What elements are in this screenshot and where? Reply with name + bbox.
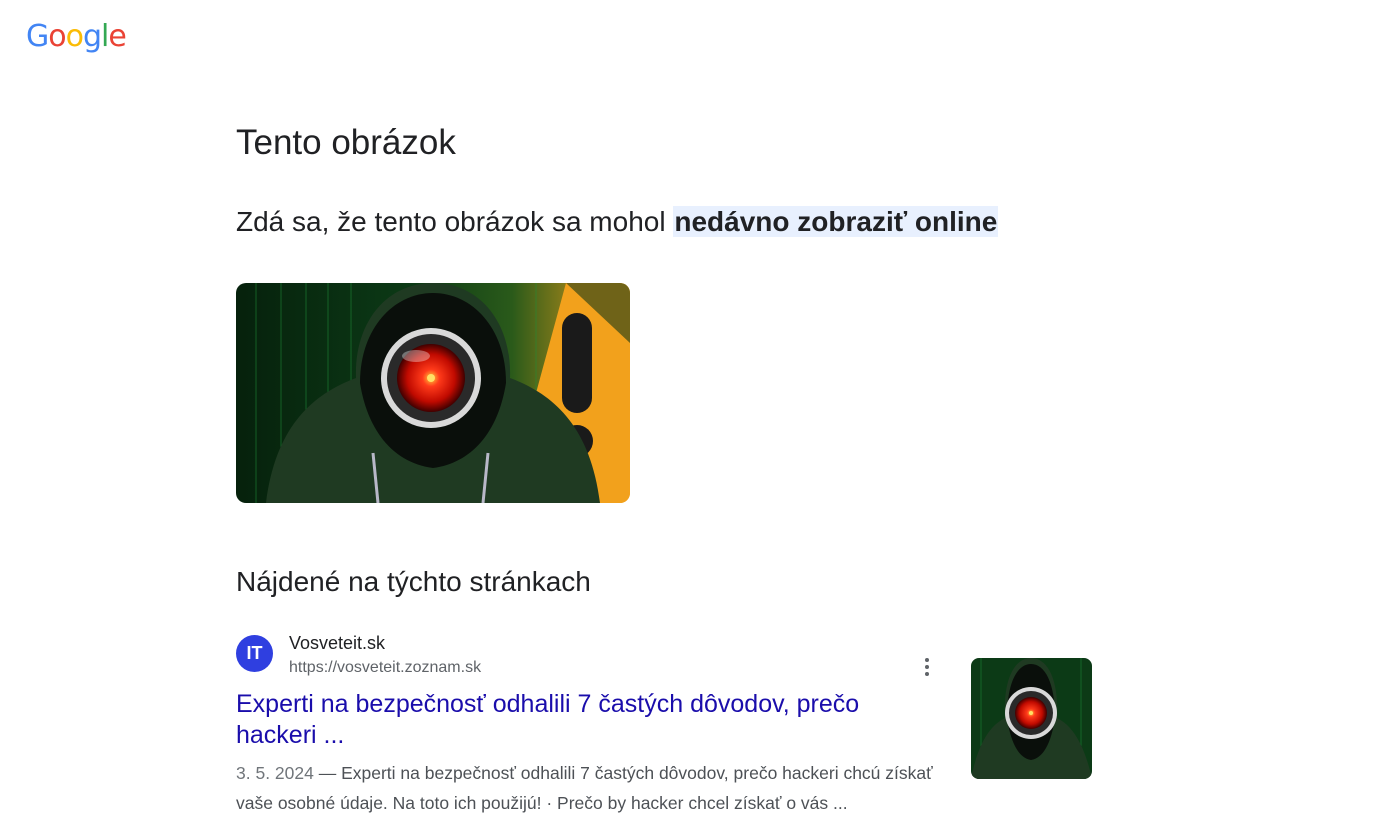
searched-image[interactable] (236, 283, 630, 503)
logo-letter: l (101, 19, 109, 54)
site-name[interactable]: Vosveteit.sk (289, 632, 385, 654)
google-logo[interactable]: Google (26, 18, 127, 56)
snippet-text: — Experti na bezpečnosť odhalili 7 častý… (236, 763, 933, 813)
logo-letter: o (48, 19, 66, 54)
more-vert-icon[interactable] (916, 652, 938, 682)
logo-letter: e (108, 19, 126, 54)
result-thumbnail[interactable] (971, 658, 1092, 779)
page-title: Tento obrázok (236, 123, 456, 162)
hooded-hacker-image-icon (236, 283, 630, 503)
hooded-hacker-thumbnail-icon (971, 658, 1092, 779)
result-date: 3. 5. 2024 (236, 763, 314, 783)
result-snippet: 3. 5. 2024 — Experti na bezpečnosť odhal… (236, 758, 946, 818)
intro-text: Zdá sa, že tento obrázok sa mohol nedávn… (236, 203, 999, 241)
intro-prefix: Zdá sa, že tento obrázok sa mohol (236, 206, 674, 237)
logo-letter: G (26, 19, 49, 54)
intro-highlight: nedávno zobraziť online (673, 206, 999, 237)
site-favicon[interactable]: IT (236, 635, 273, 672)
result-title-link[interactable]: Experti na bezpečnosť odhalili 7 častých… (236, 689, 936, 751)
page: Google Tento obrázok Zdá sa, že tento ob… (0, 0, 1400, 832)
result-card: IT Vosveteit.sk https://vosveteit.zoznam… (236, 632, 1096, 832)
section-title: Nájdené na týchto stránkach (236, 566, 591, 597)
site-url[interactable]: https://vosveteit.zoznam.sk (289, 658, 481, 678)
logo-letter: g (82, 19, 102, 54)
logo-letter: o (65, 19, 84, 54)
